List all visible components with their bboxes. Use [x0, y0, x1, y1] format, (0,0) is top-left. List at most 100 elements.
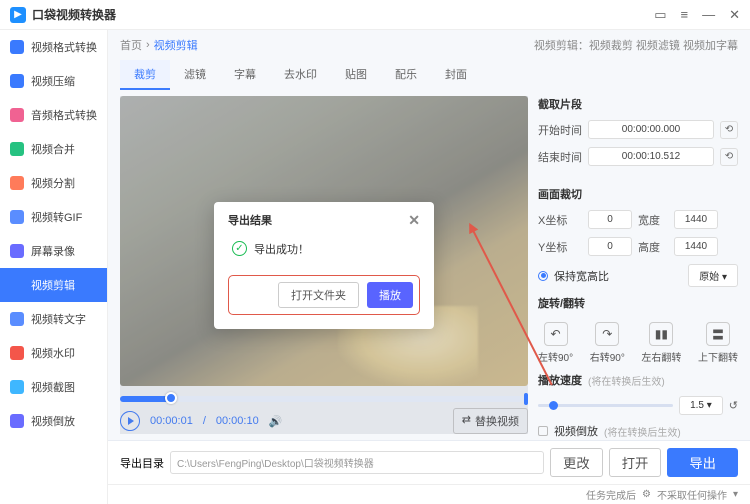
tab-配乐[interactable]: 配乐 [381, 60, 431, 90]
sidebar-item-10[interactable]: 视频截图 [0, 370, 107, 404]
sidebar-icon [10, 380, 24, 394]
sidebar-item-label: 视频倒放 [31, 413, 75, 429]
rotate-上下翻转[interactable]: 〓上下翻转 [698, 322, 738, 364]
change-dir-button[interactable]: 更改 [550, 448, 603, 477]
preview-pane: 导出结果 ✕ ✓ 导出成功！ 打开文件夹 播放 [120, 96, 528, 434]
export-result-modal: 导出结果 ✕ ✓ 导出成功！ 打开文件夹 播放 [214, 202, 434, 329]
tab-封面[interactable]: 封面 [431, 60, 481, 90]
tab-裁剪[interactable]: 裁剪 [120, 60, 170, 90]
rotate-左转90°[interactable]: ↶左转90° [538, 322, 573, 364]
sidebar-item-4[interactable]: 视频分割 [0, 166, 107, 200]
output-dir-label: 导出目录 [120, 455, 164, 471]
speed-select[interactable]: 1.5 ▾ [679, 396, 723, 415]
export-button[interactable]: 导出 [667, 448, 738, 477]
app-title: 口袋视频转换器 [32, 6, 654, 23]
height-input[interactable]: 1440 [674, 237, 718, 256]
sidebar-item-label: 屏幕录像 [31, 243, 75, 259]
timeline-knob[interactable] [165, 392, 177, 404]
reverse-checkbox[interactable] [538, 426, 548, 436]
open-folder-button[interactable]: 打开文件夹 [278, 282, 359, 308]
menu-icon[interactable]: ≡ [681, 7, 689, 23]
speed-slider[interactable] [538, 404, 673, 407]
sidebar-icon [10, 244, 24, 258]
tab-字幕[interactable]: 字幕 [220, 60, 270, 90]
modal-footer: 打开文件夹 播放 [228, 275, 420, 315]
statusbar: 任务完成后 ⚙ 不采取任何操作 ▾ [108, 484, 750, 504]
sidebar-item-3[interactable]: 视频合并 [0, 132, 107, 166]
sidebar-item-label: 视频水印 [31, 345, 75, 361]
sidebar-icon [10, 312, 24, 326]
sidebar-item-2[interactable]: 音频格式转换 [0, 98, 107, 132]
titlebar: ▶ 口袋视频转换器 ▭ ≡ — ✕ [0, 0, 750, 30]
sidebar-icon [10, 176, 24, 190]
sidebar-item-label: 视频剪辑 [31, 277, 75, 293]
breadcrumb-current: 视频剪辑 [154, 37, 198, 53]
sidebar-item-6[interactable]: 屏幕录像 [0, 234, 107, 268]
output-dir-input[interactable]: C:\Users\FengPing\Desktop\口袋视频转换器 [170, 451, 544, 474]
sidebar-item-8[interactable]: 视频转文字 [0, 302, 107, 336]
success-text: 导出成功！ [254, 241, 309, 257]
x-input[interactable]: 0 [588, 210, 632, 229]
rotate-icon: ▮▮ [649, 322, 673, 346]
sidebar-icon [10, 346, 24, 360]
sidebar-icon [10, 74, 24, 88]
sidebar-item-11[interactable]: 视频倒放 [0, 404, 107, 438]
sidebar-item-9[interactable]: 视频水印 [0, 336, 107, 370]
tab-贴图[interactable]: 贴图 [331, 60, 381, 90]
sidebar-icon [10, 414, 24, 428]
sidebar-icon [10, 108, 24, 122]
sidebar-item-0[interactable]: 视频格式转换 [0, 30, 107, 64]
y-input[interactable]: 0 [588, 237, 632, 256]
keep-ratio-radio[interactable] [538, 271, 548, 281]
sidebar-item-label: 视频合并 [31, 141, 75, 157]
tab-滤镜[interactable]: 滤镜 [170, 60, 220, 90]
sidebar-icon [10, 142, 24, 156]
crop-section-title: 画面裁切 [538, 186, 738, 202]
rotate-icon: 〓 [706, 322, 730, 346]
sidebar-item-label: 视频分割 [31, 175, 75, 191]
breadcrumb: 首页 › 视频剪辑 视频剪辑：视频裁剪 视频滤镜 视频加字幕 [108, 30, 750, 60]
rotate-右转90°[interactable]: ↷右转90° [590, 322, 625, 364]
sidebar-icon [10, 210, 24, 224]
sidebar-item-label: 视频转文字 [31, 311, 86, 327]
clip-section-title: 截取片段 [538, 96, 738, 112]
sidebar-item-label: 视频格式转换 [31, 39, 97, 55]
sidebar-item-label: 视频压缩 [31, 73, 75, 89]
play-button[interactable]: 播放 [367, 282, 413, 308]
sidebar-item-label: 音频格式转换 [31, 107, 97, 123]
start-time-input[interactable]: 00:00:00.000 [588, 120, 714, 139]
end-time-set-icon[interactable]: ⟲ [720, 148, 738, 166]
ratio-select[interactable]: 原始 ▾ [688, 264, 738, 287]
modal-title: 导出结果 [228, 212, 272, 228]
sidebar-icon [10, 278, 24, 292]
end-time-input[interactable]: 00:00:10.512 [588, 147, 714, 166]
minimize-button[interactable]: — [702, 7, 715, 23]
sidebar-item-7[interactable]: 视频剪辑 [0, 268, 107, 302]
breadcrumb-hint: 视频剪辑：视频裁剪 视频滤镜 视频加字幕 [534, 37, 738, 53]
start-time-set-icon[interactable]: ⟲ [720, 121, 738, 139]
success-icon: ✓ [232, 241, 247, 256]
sidebar-item-label: 视频截图 [31, 379, 75, 395]
speed-reset-icon[interactable]: ↺ [729, 399, 738, 412]
footer: 导出目录 C:\Users\FengPing\Desktop\口袋视频转换器 更… [108, 440, 750, 484]
timeline[interactable] [120, 396, 528, 402]
gear-icon[interactable]: ⚙ [642, 489, 651, 500]
sidebar: 视频格式转换视频压缩音频格式转换视频合并视频分割视频转GIF 屏幕录像视频剪辑视频… [0, 30, 108, 504]
tab-去水印[interactable]: 去水印 [270, 60, 331, 90]
tabs: 裁剪滤镜字幕去水印贴图配乐封面 [108, 60, 750, 96]
sidebar-icon [10, 40, 24, 54]
sidebar-item-1[interactable]: 视频压缩 [0, 64, 107, 98]
close-button[interactable]: ✕ [729, 7, 740, 23]
rotate-section-title: 旋转/翻转 [538, 295, 738, 311]
folder-icon[interactable]: ▭ [654, 7, 666, 23]
rotate-左右翻转[interactable]: ▮▮左右翻转 [641, 322, 681, 364]
sidebar-item-5[interactable]: 视频转GIF [0, 200, 107, 234]
side-panel: 截取片段 开始时间 00:00:00.000 ⟲ 结束时间 00:00:10.5… [538, 96, 738, 434]
breadcrumb-home[interactable]: 首页 [120, 37, 142, 53]
app-logo-icon: ▶ [10, 7, 26, 23]
modal-overlay: 导出结果 ✕ ✓ 导出成功！ 打开文件夹 播放 [120, 96, 528, 434]
width-input[interactable]: 1440 [674, 210, 718, 229]
modal-close-button[interactable]: ✕ [408, 212, 420, 229]
open-dir-button[interactable]: 打开 [609, 448, 662, 477]
rotate-icon: ↶ [544, 322, 568, 346]
